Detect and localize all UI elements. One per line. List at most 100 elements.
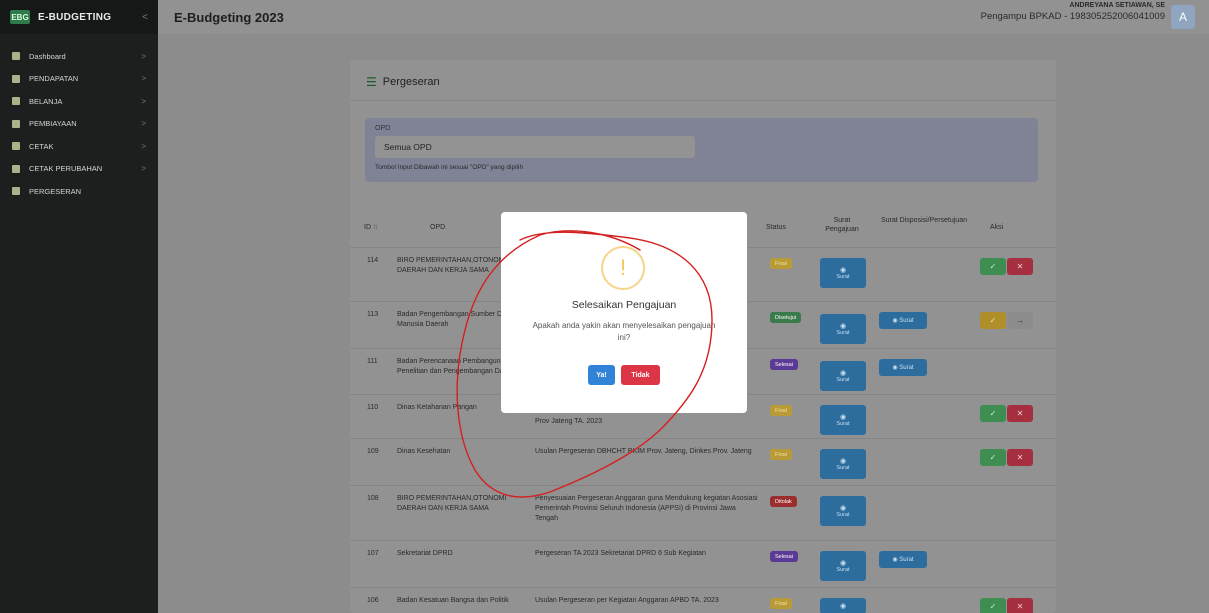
approve-button[interactable]: ✓ [980,258,1006,275]
menu-icon [12,142,20,151]
close-icon: ✕ [1016,409,1024,418]
eye-icon: ◉ [892,365,898,371]
cell-opd: Sekretariat DPRD [397,550,453,557]
user-info[interactable]: ANDREYANA SETIAWAN, SE Pengampu BPKAD - … [981,2,1165,22]
surat-disposisi-button[interactable]: ◉ Surat [879,551,927,568]
forward-button[interactable]: → [1007,312,1033,329]
cell-id: 111 [367,358,378,365]
sidebar-item-dashboard[interactable]: Dashboard > [0,45,158,68]
divider [350,100,1056,101]
cell-id: 107 [367,550,379,557]
opd-select[interactable]: Semua OPD [375,136,695,158]
surat-pengajuan-button[interactable]: ◉ [820,598,866,613]
confirm-no-button[interactable]: Tidak [621,365,660,385]
reject-button[interactable]: ✕ [1007,449,1033,466]
eye-icon: ◉ [839,560,847,567]
sidebar-item-label: Dashboard [29,51,66,61]
th-status[interactable]: Status [766,223,786,232]
avatar[interactable]: A [1171,5,1195,29]
menu-icon [12,187,20,196]
confirm-yes-button[interactable]: Ya! [588,365,615,385]
eye-icon: ◉ [892,557,898,563]
cell-opd: Dinas Kesehatan [397,448,451,455]
cell-id: 109 [367,448,379,455]
chevron-right-icon: > [141,96,146,106]
sidebar-item-belanja[interactable]: BELANJA > [0,90,158,113]
chevron-right-icon: > [141,141,146,151]
cell-id: 106 [367,597,379,604]
sort-icon: ⇅ [372,225,378,231]
cell-keterangan: Pergeseran TA 2023 Sekretariat DPRD 6 Su… [535,550,706,557]
th-surat-disposisi: Surat Disposisi/Persetujuan [881,217,967,224]
sidebar-item-label: PERGESERAN [29,186,82,196]
status-badge: Ditolak [770,496,797,507]
surat-pengajuan-button[interactable]: ◉ Surat [820,405,866,435]
dialog-title: Selesaikan Pengajuan [571,299,677,311]
surat-pengajuan-button[interactable]: ◉ Surat [820,314,866,344]
filter-label: OPD [375,125,391,132]
sidebar-item-label: PEMBIAYAAN [29,119,77,129]
dialog-message: Apakah anda yakin akan menyelesaikan pen… [532,321,716,342]
cell-id: 110 [367,404,379,411]
check-icon: ✓ [989,602,997,611]
sidebar-item-pembiayaan[interactable]: PEMBIAYAAN > [0,113,158,136]
eye-icon: ◉ [839,267,847,274]
chevron-right-icon: > [141,119,146,129]
surat-pengajuan-button[interactable]: ◉ Surat [820,551,866,581]
surat-pengajuan-button[interactable]: ◉ Surat [820,361,866,391]
eye-icon: ◉ [839,370,847,377]
surat-pengajuan-button[interactable]: ◉ Surat [820,449,866,479]
approve-button[interactable]: ✓ [980,598,1006,613]
cell-opd: BIRO PEMERINTAHAN,OTONOMI DAERAH DAN KER… [397,495,507,512]
sidebar-item-pergeseran[interactable]: PERGESERAN [0,180,158,203]
user-name: ANDREYANA SETIAWAN, SE [1069,2,1165,9]
reject-button[interactable]: ✕ [1007,258,1033,275]
status-badge: Final [770,405,792,416]
page-title: Pergeseran [382,76,440,88]
approve-button[interactable]: ✓ [980,405,1006,422]
status-badge: Disetujui [770,312,802,323]
arrow-right-icon: → [1016,316,1024,325]
reject-button[interactable]: ✕ [1007,405,1033,422]
sidebar-item-cetak[interactable]: CETAK > [0,135,158,158]
th-opd[interactable]: OPD [430,223,445,232]
chevron-right-icon: > [141,51,146,61]
filter-hint: Tombol Input Dibawah ini sesuai "OPD" ya… [375,164,524,171]
reject-button[interactable]: ✕ [1007,598,1033,613]
check-icon: ✓ [989,409,997,418]
close-icon: ✕ [1016,602,1024,611]
cell-keterangan: Prov Jateng TA. 2023 [535,418,603,425]
sidebar-item-label: CETAK PERUBAHAN [29,164,103,174]
cell-keterangan: Usulan Pergeseran per Kegiatan Anggaran … [535,597,719,604]
app-title: E-Budgeting 2023 [174,9,284,25]
sidebar-item-label: CETAK [29,141,54,151]
brand-logo: EBG [10,10,30,24]
sidebar-item-pendapatan[interactable]: PENDAPATAN > [0,68,158,91]
menu-icon [12,74,20,83]
eye-icon: ◉ [839,603,847,610]
status-badge: Final [770,449,792,460]
surat-disposisi-button[interactable]: ◉ Surat [879,359,927,376]
th-surat-pengajuan: Surat Pengajuan [825,217,859,234]
th-id[interactable]: ID ⇅ [364,223,378,233]
th-aksi: Aksi [990,224,1004,231]
card-header: ☰ Pergeseran [366,75,440,89]
status-badge: Final [770,598,792,609]
eye-icon: ◉ [839,414,847,421]
surat-pengajuan-button[interactable]: ◉ Surat [820,496,866,526]
menu-icon [12,52,20,61]
eye-icon: ◉ [839,323,847,330]
sidebar-item-cetak-perubahan[interactable]: CETAK PERUBAHAN > [0,158,158,181]
cell-keterangan: Usulan Pergeseran DBHCHT BKIM Prov. Jate… [535,448,752,455]
eye-icon: ◉ [839,505,847,512]
finish-button[interactable]: ✓ [980,312,1006,329]
surat-disposisi-button[interactable]: ◉ Surat [879,312,927,329]
surat-pengajuan-button[interactable]: ◉ Surat [820,258,866,288]
eye-icon: ◉ [839,458,847,465]
approve-button[interactable]: ✓ [980,449,1006,466]
cell-id: 114 [367,257,379,264]
check-icon: ✓ [989,262,997,271]
sidebar-toggle-icon[interactable]: < [142,12,148,23]
cell-id: 113 [367,311,379,318]
status-badge: Selesai [770,551,799,562]
